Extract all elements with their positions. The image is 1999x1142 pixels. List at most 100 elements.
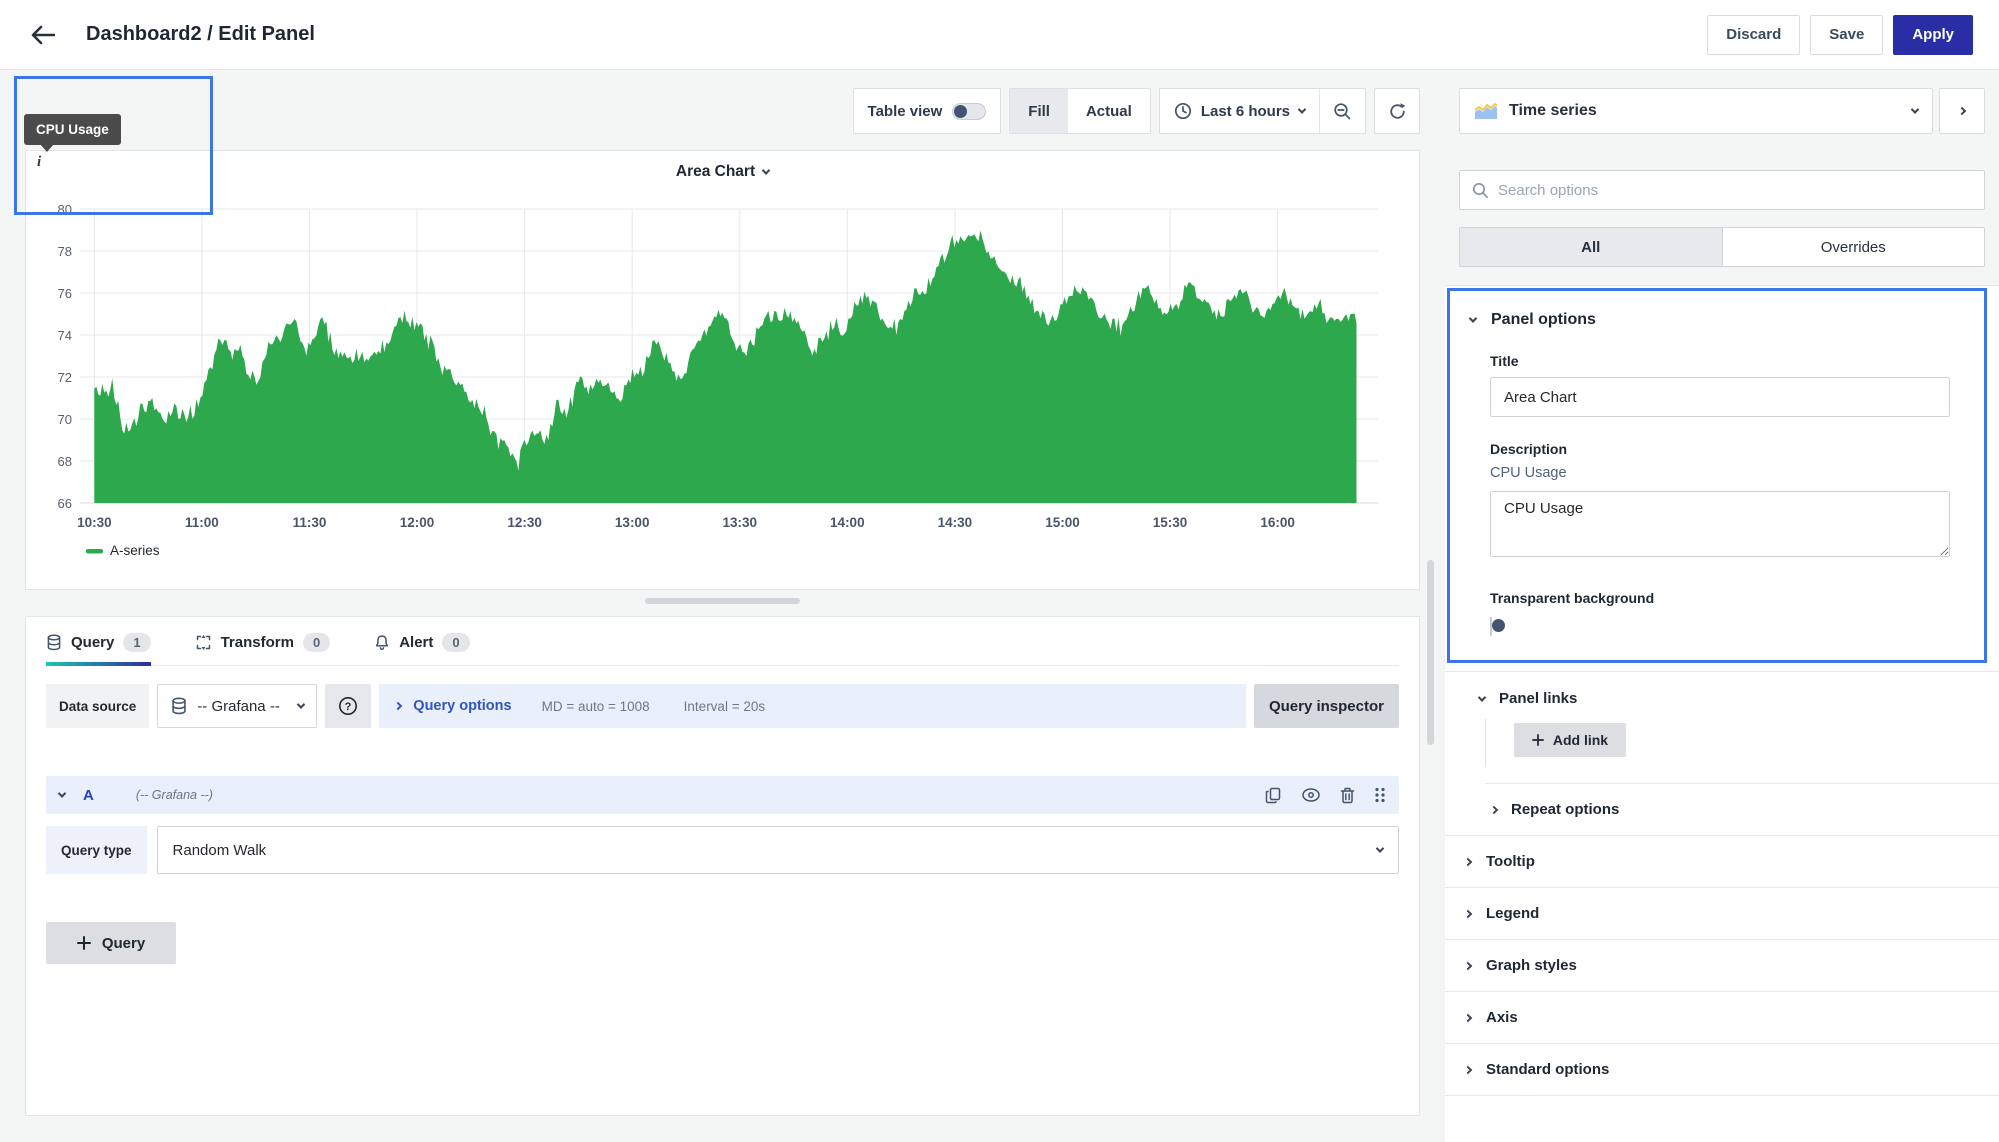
- datasource-help-button[interactable]: ?: [325, 684, 371, 728]
- info-icon[interactable]: i: [37, 154, 41, 171]
- chevron-right-icon: [1464, 857, 1472, 865]
- query-options-bar[interactable]: Query options MD = auto = 1008 Interval …: [379, 684, 1246, 728]
- panel-options-title: Panel options: [1491, 311, 1596, 329]
- svg-text:?: ?: [345, 701, 352, 713]
- graph-styles-section[interactable]: Graph styles: [1445, 939, 1999, 991]
- zoom-out-button[interactable]: [1319, 89, 1365, 133]
- duplicate-icon[interactable]: [1265, 787, 1282, 804]
- transparent-background-label: Transparent background: [1490, 590, 1984, 606]
- panel-options-header[interactable]: Panel options: [1450, 291, 1984, 329]
- chevron-down-icon: [1478, 693, 1486, 701]
- standard-options-section[interactable]: Standard options: [1445, 1043, 1999, 1095]
- refresh-button[interactable]: [1374, 88, 1420, 134]
- tab-all[interactable]: All: [1460, 228, 1723, 266]
- fill-option[interactable]: Fill: [1010, 89, 1068, 133]
- plus-icon: [77, 936, 91, 950]
- svg-text:15:30: 15:30: [1153, 515, 1188, 530]
- fill-actual-segmented: Fill Actual: [1009, 88, 1151, 134]
- panel-options-section: Panel options Title Description CPU Usag…: [1447, 288, 1987, 663]
- datasource-label: Data source: [46, 684, 149, 728]
- search-icon: [1472, 182, 1489, 199]
- transform-icon: [195, 634, 212, 651]
- repeat-options-label: Repeat options: [1511, 801, 1619, 818]
- save-button[interactable]: Save: [1810, 15, 1883, 55]
- toggle-viz-picker-button[interactable]: [1939, 88, 1985, 134]
- graph-styles-section-label: Graph styles: [1486, 957, 1577, 974]
- tab-transform-label: Transform: [221, 634, 294, 651]
- datasource-row: Data source -- Grafana -- ? Q: [46, 684, 1399, 728]
- query-row-header[interactable]: A (-- Grafana --): [46, 776, 1399, 814]
- svg-text:14:30: 14:30: [938, 515, 973, 530]
- discard-button[interactable]: Discard: [1707, 15, 1800, 55]
- area-chart: 666870727476788010:3011:0011:3012:0012:3…: [38, 195, 1411, 573]
- svg-text:70: 70: [58, 412, 72, 427]
- datasource-value: -- Grafana --: [197, 698, 289, 715]
- svg-text:16:00: 16:00: [1260, 515, 1295, 530]
- question-circle-icon: ?: [337, 695, 359, 717]
- apply-button[interactable]: Apply: [1893, 15, 1973, 55]
- main-column: Table view Fill Actual Last 6 hours: [0, 70, 1445, 1142]
- page-title: Dashboard2 / Edit Panel: [86, 23, 315, 46]
- axis-section[interactable]: Axis: [1445, 991, 1999, 1043]
- time-range-group: Last 6 hours: [1159, 88, 1366, 134]
- search-options-box: [1459, 170, 1985, 210]
- query-inspector-button[interactable]: Query inspector: [1254, 684, 1399, 728]
- panel-links-header[interactable]: Panel links: [1445, 672, 1999, 707]
- tab-alert-count: 0: [442, 633, 469, 652]
- tab-transform[interactable]: Transform 0: [195, 633, 331, 665]
- back-button[interactable]: [26, 18, 60, 52]
- chevron-down-icon: [762, 166, 770, 174]
- panel-description-textarea[interactable]: CPU Usage: [1490, 491, 1950, 557]
- svg-text:68: 68: [58, 454, 72, 469]
- transparent-background-toggle[interactable]: [1490, 617, 1492, 636]
- query-type-select[interactable]: Random Walk: [157, 826, 1399, 874]
- visualization-picker[interactable]: Time series: [1459, 88, 1933, 134]
- tab-query[interactable]: Query 1: [46, 633, 151, 665]
- svg-text:11:00: 11:00: [185, 515, 219, 530]
- tab-query-label: Query: [71, 634, 114, 651]
- cpu-usage-tooltip: CPU Usage: [24, 114, 121, 145]
- chevron-right-icon: [1490, 805, 1498, 813]
- panel-title-menu[interactable]: Area Chart: [26, 151, 1419, 181]
- panel-title-input[interactable]: [1490, 377, 1950, 417]
- database-icon: [46, 634, 62, 651]
- legend-section[interactable]: Legend: [1445, 887, 1999, 939]
- tab-alert[interactable]: Alert 0: [374, 633, 469, 665]
- chevron-right-icon: [1464, 1013, 1472, 1021]
- query-options-label: Query options: [413, 698, 511, 714]
- eye-icon[interactable]: [1301, 787, 1321, 803]
- add-link-button[interactable]: Add link: [1514, 723, 1626, 757]
- tab-overrides[interactable]: Overrides: [1723, 228, 1985, 266]
- refresh-icon: [1388, 102, 1407, 121]
- chevron-right-icon: [1464, 909, 1472, 917]
- table-view-control: Table view: [853, 88, 1002, 134]
- trash-icon[interactable]: [1340, 787, 1355, 804]
- datasource-select[interactable]: -- Grafana --: [157, 684, 317, 728]
- bell-icon: [374, 634, 390, 651]
- vertical-scrollbar[interactable]: [1427, 560, 1434, 745]
- tab-alert-label: Alert: [399, 634, 433, 651]
- search-row: [1445, 170, 1999, 210]
- topbar-actions: Discard Save Apply: [1707, 15, 1973, 55]
- time-range-label: Last 6 hours: [1201, 103, 1290, 120]
- add-query-button[interactable]: Query: [46, 922, 176, 964]
- table-view-toggle[interactable]: [952, 103, 986, 120]
- time-range-picker[interactable]: Last 6 hours: [1160, 89, 1319, 133]
- tooltip-section[interactable]: Tooltip: [1445, 835, 1999, 887]
- search-options-input[interactable]: [1498, 182, 1972, 199]
- topbar: Dashboard2 / Edit Panel Discard Save App…: [0, 0, 1999, 70]
- svg-text:15:00: 15:00: [1045, 515, 1080, 530]
- interval-value: Interval = 20s: [684, 699, 765, 714]
- svg-text:66: 66: [58, 496, 72, 511]
- workspace: Table view Fill Actual Last 6 hours: [0, 70, 1999, 1142]
- panel-resize-handle[interactable]: [645, 598, 800, 604]
- chevron-right-icon: [1464, 1065, 1472, 1073]
- repeat-options-section[interactable]: Repeat options: [1485, 783, 1999, 835]
- actual-option[interactable]: Actual: [1068, 89, 1150, 133]
- drag-handle-icon[interactable]: [1374, 787, 1386, 803]
- query-row-actions: [1265, 787, 1386, 804]
- svg-text:10:30: 10:30: [77, 515, 112, 530]
- svg-text:80: 80: [58, 202, 72, 217]
- zoom-out-icon: [1333, 102, 1352, 121]
- tooltip-section-label: Tooltip: [1486, 853, 1535, 870]
